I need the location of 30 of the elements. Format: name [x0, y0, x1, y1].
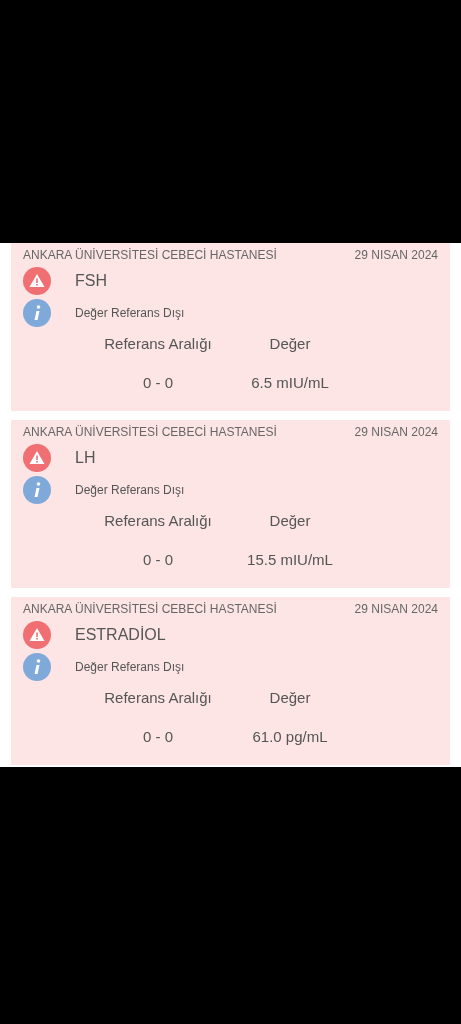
result-value: 6.5 mIU/mL	[250, 374, 330, 391]
status-text: Değer Referans Dışı	[75, 306, 185, 320]
column-header: Referans Aralığı	[103, 689, 213, 706]
reference-range: 0 - 0	[142, 551, 174, 568]
hospital-name: ANKARA ÜNİVERSİTESİ CEBECİ HASTANESİ	[23, 424, 277, 440]
info-icon	[23, 653, 51, 681]
info-icon	[23, 299, 51, 327]
hospital-name: ANKARA ÜNİVERSİTESİ CEBECİ HASTANESİ	[23, 601, 277, 617]
column-header: Değer	[268, 512, 312, 529]
result-value: 61.0 pg/mL	[251, 728, 329, 745]
column-header: Değer	[268, 335, 312, 352]
test-name: ESTRADİOL	[75, 626, 166, 644]
test-name: LH	[75, 449, 96, 467]
info-icon	[23, 476, 51, 504]
status-text: Değer Referans Dışı	[75, 483, 185, 497]
warning-icon	[23, 267, 51, 295]
result-value: 15.5 mIU/mL	[246, 551, 334, 568]
test-name: FSH	[75, 272, 107, 290]
reference-range: 0 - 0	[142, 374, 174, 391]
result-date: 29 NISAN 2024	[354, 424, 438, 440]
reference-range: 0 - 0	[142, 728, 174, 745]
result-date: 29 NISAN 2024	[354, 601, 438, 617]
warning-icon	[23, 621, 51, 649]
column-header: Referans Aralığı	[103, 335, 213, 352]
hospital-name: ANKARA ÜNİVERSİTESİ CEBECİ HASTANESİ	[23, 247, 277, 263]
status-text: Değer Referans Dışı	[75, 660, 185, 674]
result-date: 29 NISAN 2024	[354, 247, 438, 263]
column-header: Referans Aralığı	[103, 512, 213, 529]
column-header: Değer	[268, 689, 312, 706]
warning-icon	[23, 444, 51, 472]
